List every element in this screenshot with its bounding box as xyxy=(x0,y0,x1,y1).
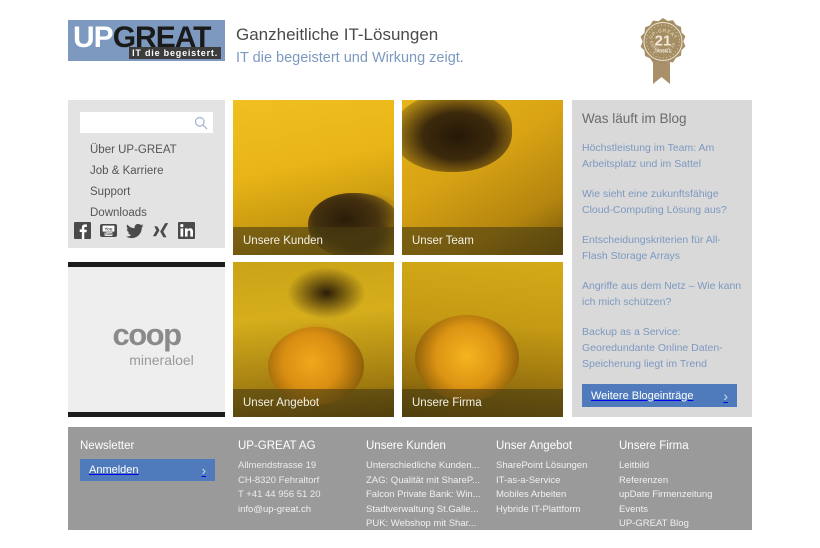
footer-column-newsletter: Newsletter Anmelden › xyxy=(80,440,230,481)
firma-heading: Unsere Firma xyxy=(619,440,689,452)
blog-entry[interactable]: Angriffe aus dem Netz – Wie kann ich mic… xyxy=(582,278,742,310)
logo-tagline: IT die begeistert. xyxy=(129,47,221,59)
footer-link[interactable]: Leitbild xyxy=(619,459,744,474)
footer-column-angebot: Unser Angebot SharePoint Lösungen IT-as-… xyxy=(496,440,616,517)
sidebar-nav: Über UP-GREAT Job & Karriere Support Dow… xyxy=(90,140,177,224)
newsletter-signup-label: Anmelden xyxy=(89,464,139,476)
site-footer: Newsletter Anmelden › UP-GREAT AG Allmen… xyxy=(68,427,752,530)
footer-link[interactable]: IT-as-a-Service xyxy=(496,474,616,489)
blog-entry[interactable]: Höchstleistung im Team: Am Arbeitsplatz … xyxy=(582,140,742,172)
svg-text:Tube: Tube xyxy=(105,232,113,236)
blog-entry[interactable]: Backup as a Service: Georedundante Onlin… xyxy=(582,324,742,372)
footer-link[interactable]: Falcon Private Bank: Win... xyxy=(366,488,490,503)
xing-icon[interactable] xyxy=(151,221,170,240)
blog-entry[interactable]: Wie sieht eine zukunftsfähige Cloud-Comp… xyxy=(582,186,742,218)
more-blog-entries-button[interactable]: Weitere Blogeinträge › xyxy=(582,384,737,407)
footer-link[interactable]: Unterschiedliche Kunden... xyxy=(366,459,490,474)
tile-unsere-firma[interactable]: Unsere Firma xyxy=(402,262,563,417)
company-address-line: CH-8320 Fehraltorf xyxy=(238,474,320,486)
left-sidebar: Über UP-GREAT Job & Karriere Support Dow… xyxy=(68,100,225,248)
search-box[interactable] xyxy=(80,112,213,133)
newsletter-signup-button[interactable]: Anmelden › xyxy=(80,459,215,481)
blog-sidebar: Was läuft im Blog Höchstleistung im Team… xyxy=(572,100,752,417)
site-header: UP GREAT IT die begeistert. Ganzheitlich… xyxy=(0,0,820,96)
tile-unser-angebot[interactable]: Unser Angebot xyxy=(233,262,394,417)
header-headlines: Ganzheitliche IT-Lösungen IT die begeist… xyxy=(236,23,464,69)
linkedin-icon[interactable] xyxy=(177,221,196,240)
search-input[interactable] xyxy=(83,113,191,132)
search-icon[interactable] xyxy=(191,113,211,133)
footer-link[interactable]: Stadtverwaltung St.Galle... xyxy=(366,503,490,518)
footer-link[interactable]: Events xyxy=(619,503,744,518)
footer-link[interactable]: Mobiles Arbeiten xyxy=(496,488,616,503)
social-links: You Tube xyxy=(73,221,196,240)
chevron-right-icon: › xyxy=(723,387,728,404)
footer-link[interactable]: upDate Firmenzeitung xyxy=(619,488,744,503)
blog-heading: Was läuft im Blog xyxy=(582,111,687,126)
sidebar-item-job-karriere[interactable]: Job & Karriere xyxy=(90,161,177,182)
tile-caption: Unsere Firma xyxy=(402,389,563,417)
company-heading: UP-GREAT AG xyxy=(238,440,316,452)
company-address-line: Allmendstrasse 19 xyxy=(238,460,317,471)
newsletter-heading: Newsletter xyxy=(80,440,135,452)
coop-logo: coop mineraloel xyxy=(68,319,225,369)
footer-column-kunden: Unsere Kunden Unterschiedliche Kunden...… xyxy=(366,440,490,532)
page-root: UP GREAT IT die begeistert. Ganzheitlich… xyxy=(0,0,820,548)
anniversary-badge-icon: 21 JAHRE UP-GREAT GEGRÜNDET 1996 xyxy=(629,16,697,86)
footer-column-company: UP-GREAT AG Allmendstrasse 19 CH-8320 Fe… xyxy=(238,440,363,517)
chevron-right-icon: › xyxy=(201,462,206,478)
tile-caption: Unsere Kunden xyxy=(233,227,394,255)
footer-column-firma: Unsere Firma Leitbild Referenzen upDate … xyxy=(619,440,744,532)
blog-entry[interactable]: Entscheidungskriterien für All-Flash Sto… xyxy=(582,232,742,264)
coop-wordmark: coop xyxy=(112,317,182,352)
footer-link[interactable]: SharePoint Lösungen xyxy=(496,459,616,474)
footer-link[interactable]: PUK: Webshop mit Shar... xyxy=(366,517,490,532)
footer-link[interactable]: Referenzen xyxy=(619,474,744,489)
more-blog-entries-label: Weitere Blogeinträge xyxy=(591,389,694,402)
site-logo[interactable]: UP GREAT IT die begeistert. xyxy=(68,20,225,61)
tile-unsere-kunden[interactable]: Unsere Kunden xyxy=(233,100,394,255)
company-phone: T +41 44 956 51 20 xyxy=(238,489,321,500)
coop-subline: mineraloel xyxy=(129,352,194,368)
sidebar-item-ueber-up-great[interactable]: Über UP-GREAT xyxy=(90,140,177,161)
tile-caption: Unser Team xyxy=(402,227,563,255)
headline-secondary: IT die begeistert und Wirkung zeigt. xyxy=(236,50,464,66)
partner-logo-panel[interactable]: coop mineraloel xyxy=(68,262,225,417)
feature-tile-grid: Unsere Kunden Unser Team Unser Angebot U… xyxy=(233,100,563,417)
footer-link[interactable]: UP-GREAT Blog xyxy=(619,517,744,532)
tile-caption: Unser Angebot xyxy=(233,389,394,417)
company-email-link[interactable]: info@up-great.ch xyxy=(238,503,363,518)
tile-unser-team[interactable]: Unser Team xyxy=(402,100,563,255)
sidebar-item-support[interactable]: Support xyxy=(90,182,177,203)
footer-link[interactable]: ZAG: Qualität mit ShareP... xyxy=(366,474,490,489)
svg-text:You: You xyxy=(105,227,113,232)
facebook-icon[interactable] xyxy=(73,221,92,240)
footer-link[interactable]: Hybride IT-Plattform xyxy=(496,503,616,518)
blog-entry-list: Höchstleistung im Team: Am Arbeitsplatz … xyxy=(582,140,742,386)
logo-wedge xyxy=(73,49,135,61)
headline-primary: Ganzheitliche IT-Lösungen xyxy=(236,25,439,44)
youtube-icon[interactable]: You Tube xyxy=(99,221,118,240)
kunden-heading: Unsere Kunden xyxy=(366,440,446,452)
twitter-icon[interactable] xyxy=(125,221,144,240)
angebot-heading: Unser Angebot xyxy=(496,440,573,452)
